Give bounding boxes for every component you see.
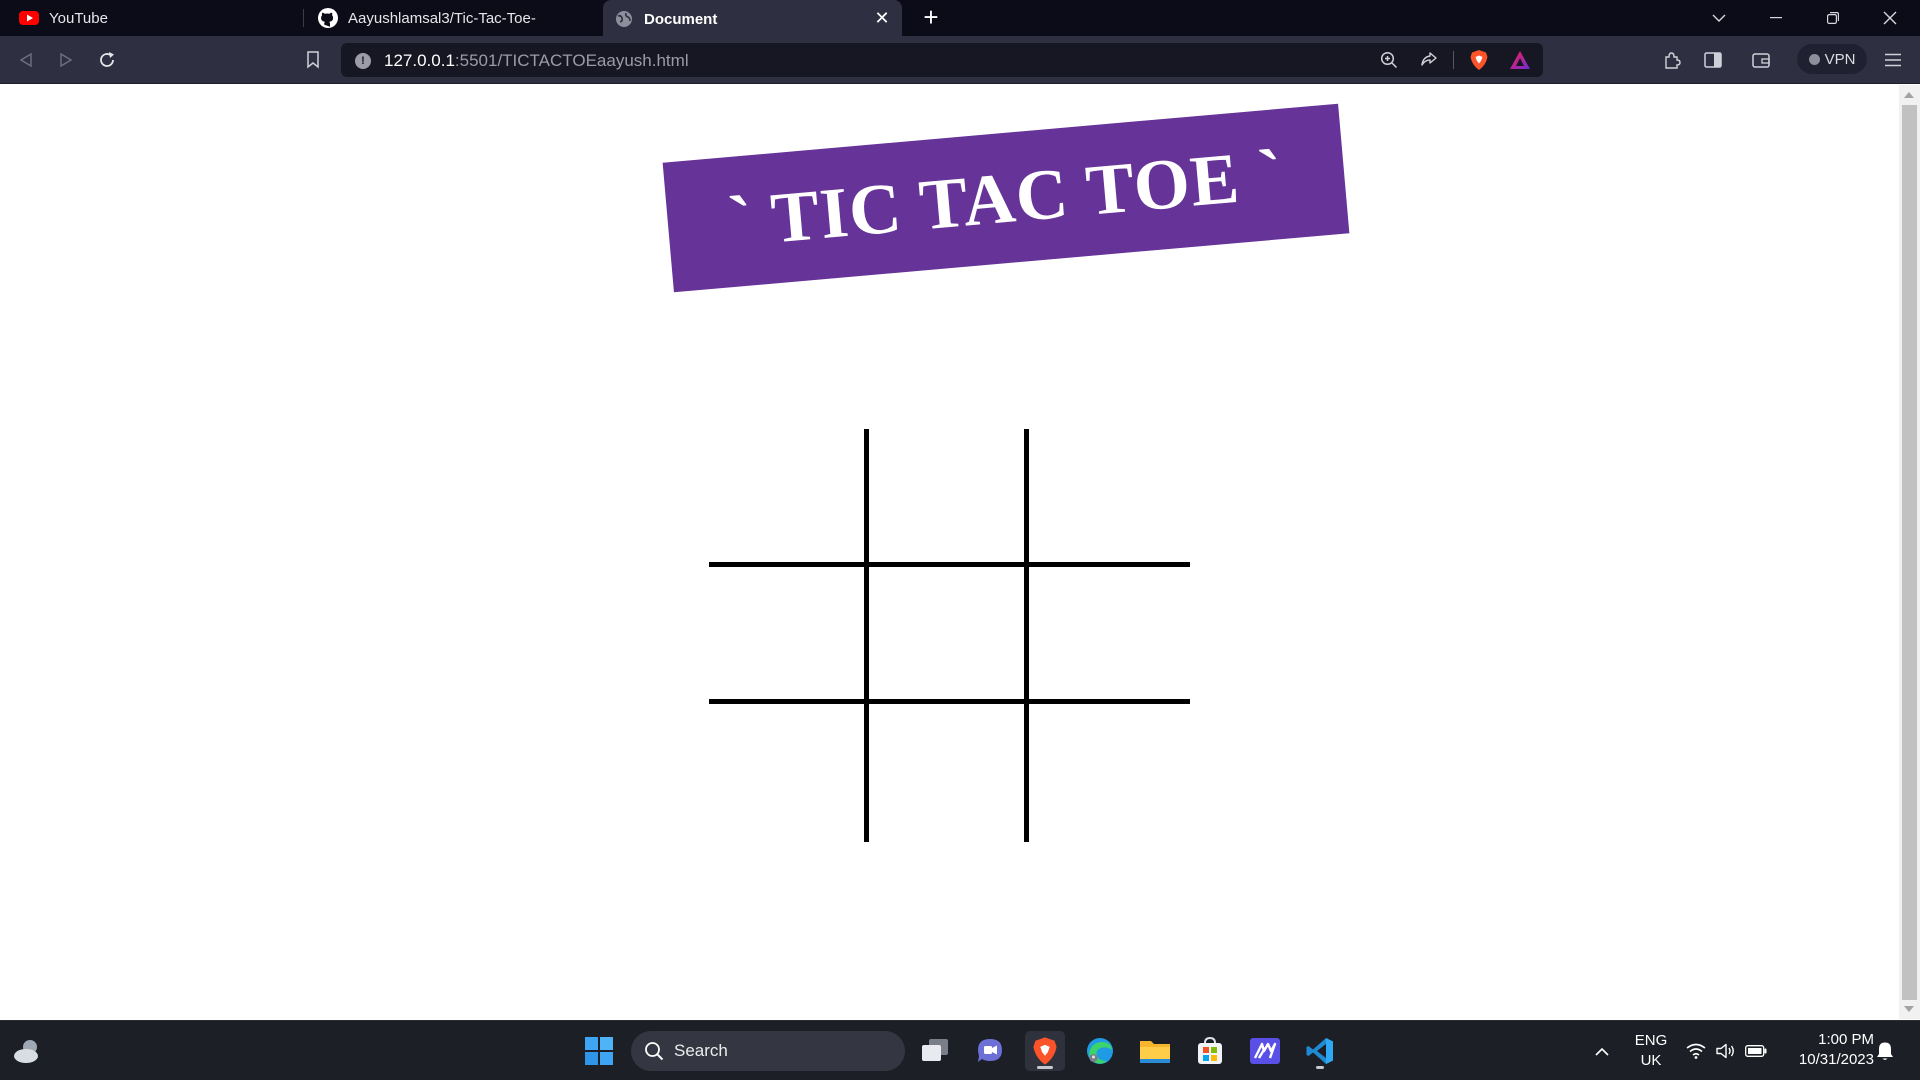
wallet-icon[interactable]: [1747, 46, 1775, 74]
share-icon[interactable]: [1418, 49, 1440, 71]
vertical-scrollbar[interactable]: [1899, 85, 1920, 1019]
running-app-indicator: [1316, 1066, 1324, 1069]
vpn-button[interactable]: VPN: [1797, 44, 1867, 74]
brave-shields-icon[interactable]: [1468, 49, 1490, 71]
tab-title: Aayushlamsal3/Tic-Tac-Toe-: [348, 9, 536, 27]
url-path: :5501/TICTACTOEaayush.html: [454, 51, 689, 70]
bookmark-icon[interactable]: [299, 46, 327, 74]
scroll-up-arrow-icon[interactable]: [1904, 92, 1914, 98]
vpn-label: VPN: [1824, 50, 1856, 68]
teams-chat-icon[interactable]: [970, 1031, 1010, 1071]
microsoft-store-icon[interactable]: [1190, 1031, 1230, 1071]
forward-icon[interactable]: [52, 46, 80, 74]
region-code: UK: [1640, 1052, 1662, 1069]
tab-divider: [303, 9, 304, 27]
minimize-icon[interactable]: [1762, 4, 1790, 32]
board-vertical-line: [1024, 429, 1029, 842]
page-title: ` TIC TAC TOE `: [725, 133, 1287, 262]
address-bar[interactable]: ! 127.0.0.1:5501/TICTACTOEaayush.html: [341, 43, 1543, 77]
weather-icon[interactable]: [8, 1031, 48, 1071]
restore-icon[interactable]: [1819, 4, 1847, 32]
site-info-icon[interactable]: !: [355, 53, 371, 69]
tab-search-chevron-icon[interactable]: [1705, 4, 1733, 32]
new-tab-button[interactable]: +: [918, 4, 944, 31]
close-window-icon[interactable]: [1876, 4, 1904, 32]
zoom-icon[interactable]: [1378, 49, 1400, 71]
language-code: ENG: [1634, 1032, 1668, 1049]
tab-title: YouTube: [49, 9, 108, 27]
youtube-icon: [19, 8, 39, 28]
taskbar-search[interactable]: Search: [631, 1031, 905, 1071]
back-icon[interactable]: [12, 46, 40, 74]
reload-icon[interactable]: [93, 46, 121, 74]
tab-strip: YouTube Aayushlamsal3/Tic-Tac-Toe- Docum…: [0, 0, 1920, 38]
tab-youtube[interactable]: YouTube: [19, 0, 299, 36]
omnibox-divider: [1453, 51, 1454, 69]
volume-icon[interactable]: [1715, 1040, 1737, 1062]
tab-title: Document: [644, 10, 718, 28]
scroll-thumb[interactable]: [1902, 105, 1917, 1000]
browser-toolbar: ! 127.0.0.1:5501/TICTACTOEaayush.html VP…: [0, 36, 1920, 84]
board-horizontal-line: [709, 562, 1190, 567]
search-icon: [645, 1042, 664, 1061]
start-button-icon[interactable]: [579, 1031, 619, 1071]
battery-icon[interactable]: [1745, 1040, 1767, 1062]
vpn-status-icon: [1808, 53, 1820, 65]
clock-date: 10/31/2023: [1798, 1051, 1874, 1068]
task-view-icon[interactable]: [915, 1031, 955, 1071]
sidebar-icon[interactable]: [1699, 46, 1727, 74]
active-app-indicator: [1037, 1066, 1053, 1069]
close-tab-icon[interactable]: ✕: [872, 8, 892, 28]
tab-github[interactable]: Aayushlamsal3/Tic-Tac-Toe-: [318, 0, 598, 36]
board-vertical-line: [864, 429, 869, 842]
clock[interactable]: 1:00 PM 10/31/2023: [1778, 1030, 1874, 1070]
windows-taskbar: Search ENG UK 1:00 PM 10/31/2023: [0, 1020, 1920, 1080]
file-explorer-icon[interactable]: [1135, 1031, 1175, 1071]
github-icon: [318, 8, 338, 28]
globe-icon: [614, 9, 634, 29]
input-language-indicator[interactable]: ENG UK: [1630, 1031, 1672, 1071]
notification-bell-icon[interactable]: [1874, 1040, 1896, 1062]
url-text: 127.0.0.1:5501/TICTACTOEaayush.html: [384, 51, 689, 71]
edge-icon[interactable]: [1080, 1031, 1120, 1071]
page-viewport: ` TIC TAC TOE `: [0, 85, 1899, 1019]
brave-rewards-icon[interactable]: [1509, 49, 1531, 71]
vscode-icon[interactable]: [1300, 1031, 1340, 1071]
url-host: 127.0.0.1: [384, 51, 455, 70]
search-label: Search: [674, 1041, 728, 1060]
tab-document[interactable]: Document ✕: [603, 0, 902, 38]
powerautomate-app-icon[interactable]: [1245, 1031, 1285, 1071]
clock-time: 1:00 PM: [1818, 1031, 1874, 1048]
title-banner: ` TIC TAC TOE `: [662, 103, 1350, 293]
show-hidden-icons-chevron-icon[interactable]: [1591, 1040, 1613, 1062]
menu-icon[interactable]: [1879, 46, 1907, 74]
board-horizontal-line: [709, 699, 1190, 704]
brave-browser-taskbar-icon[interactable]: [1025, 1031, 1065, 1071]
extensions-icon[interactable]: [1658, 46, 1686, 74]
scroll-down-arrow-icon[interactable]: [1904, 1006, 1914, 1012]
wifi-icon[interactable]: [1685, 1040, 1707, 1062]
